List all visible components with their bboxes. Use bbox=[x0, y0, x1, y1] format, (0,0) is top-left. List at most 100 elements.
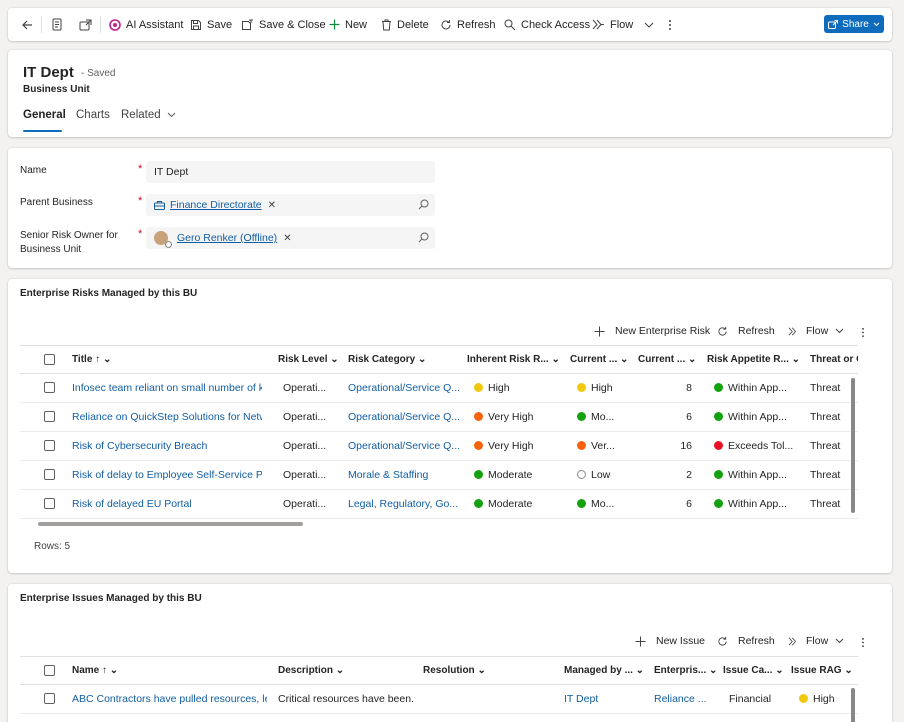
current-score-cell: 6 bbox=[686, 411, 692, 423]
risk-title-link[interactable]: Risk of delay to Employee Self-Service P… bbox=[72, 469, 262, 481]
row-checkbox[interactable] bbox=[44, 693, 55, 704]
grid-header: Name ↑ ⌄ Description ⌄ Resolution ⌄ Mana… bbox=[20, 656, 858, 685]
table-row[interactable]: Reliance on QuickStep Solutions for Netw… bbox=[20, 403, 858, 432]
check-access-button[interactable]: Check Access bbox=[504, 8, 590, 41]
search-icon[interactable] bbox=[418, 232, 429, 243]
risk-title-link[interactable]: Risk of Cybersecurity Breach bbox=[72, 440, 262, 452]
inherent-risk-cell: High bbox=[474, 382, 564, 394]
column-header-issue-category[interactable]: Issue Ca... ⌄ bbox=[723, 665, 784, 676]
new-button[interactable]: New bbox=[329, 8, 367, 41]
current-rating-cell: Mo... bbox=[577, 411, 637, 423]
risk-category-link[interactable]: Morale & Staffing bbox=[348, 469, 460, 481]
new-issue-button[interactable]: New Issue bbox=[635, 631, 705, 651]
horizontal-scrollbar[interactable] bbox=[38, 522, 303, 526]
column-header-risk-level[interactable]: Risk Level ⌄ bbox=[278, 354, 339, 365]
form-view-button[interactable] bbox=[51, 8, 63, 41]
subgrid-more-button[interactable] bbox=[861, 632, 865, 652]
select-all-checkbox[interactable] bbox=[44, 354, 55, 365]
flow-button[interactable]: Flow bbox=[592, 8, 654, 41]
delete-button[interactable]: Delete bbox=[381, 8, 429, 41]
risk-category-link[interactable]: Legal, Regulatory, Go... bbox=[348, 498, 460, 510]
table-row[interactable]: Risk of delayed EU Portal Operati... Legal… bbox=[20, 490, 858, 519]
enterprise-risk-link[interactable]: Reliance ... bbox=[654, 693, 716, 705]
column-header-description[interactable]: Description ⌄ bbox=[278, 665, 344, 676]
column-header-current-rating[interactable]: Current ... ⌄ bbox=[570, 354, 628, 365]
table-row[interactable]: ABC Contractors have pulled resources, l… bbox=[20, 685, 858, 714]
refresh-button[interactable]: Refresh bbox=[440, 8, 496, 41]
issue-category-cell: Financial bbox=[729, 693, 772, 705]
risk-category-link[interactable]: Operational/Service Q... bbox=[348, 411, 460, 423]
column-header-risk-appetite[interactable]: Risk Appetite R... ⌄ bbox=[707, 354, 800, 365]
share-button[interactable]: Share bbox=[824, 15, 884, 33]
table-row[interactable]: Risk of Cybersecurity Breach Operati... Op… bbox=[20, 432, 858, 461]
subgrid-flow-button[interactable]: Flow bbox=[788, 631, 844, 651]
column-label: Risk Level bbox=[278, 354, 328, 365]
table-row[interactable]: Risk of delay to Employee Self-Service P… bbox=[20, 461, 858, 490]
vertical-scrollbar[interactable] bbox=[851, 688, 855, 722]
open-new-window-button[interactable] bbox=[79, 8, 92, 41]
tab-related[interactable]: Related bbox=[121, 109, 176, 121]
row-checkbox[interactable] bbox=[44, 440, 55, 451]
subgrid-refresh-button[interactable]: Refresh bbox=[717, 321, 775, 341]
vertical-scrollbar[interactable] bbox=[851, 378, 855, 513]
chevron-down-icon bbox=[835, 328, 844, 334]
status-dot-icon bbox=[714, 499, 723, 508]
column-header-enterprise-risk[interactable]: Enterpris... ⌄ bbox=[654, 665, 717, 676]
managed-by-link[interactable]: IT Dept bbox=[564, 693, 644, 705]
ai-assistant-button[interactable]: AI Assistant bbox=[109, 8, 183, 41]
table-row[interactable]: Infosec team reliant on small number of … bbox=[20, 374, 858, 403]
name-field[interactable]: IT Dept bbox=[146, 161, 435, 183]
subgrid-flow-label: Flow bbox=[806, 325, 829, 337]
toolbar-divider bbox=[100, 16, 101, 33]
column-header-managed-by[interactable]: Managed by ... ⌄ bbox=[564, 665, 644, 676]
threat-cell: Threat bbox=[810, 498, 841, 510]
flow-icon bbox=[788, 327, 797, 335]
risk-appetite-cell: Within App... bbox=[714, 498, 804, 510]
risk-appetite-cell: Within App... bbox=[714, 469, 804, 481]
tab-general[interactable]: General bbox=[23, 109, 66, 121]
column-header-issue-rag[interactable]: Issue RAG ⌄ bbox=[791, 665, 853, 676]
row-checkbox[interactable] bbox=[44, 382, 55, 393]
column-label: Name bbox=[72, 665, 100, 676]
back-button[interactable] bbox=[21, 8, 33, 41]
column-header-resolution[interactable]: Resolution ⌄ bbox=[423, 665, 486, 676]
search-icon[interactable] bbox=[418, 199, 429, 210]
save-close-button[interactable]: Save & Close bbox=[241, 8, 326, 41]
column-header-inherent-risk[interactable]: Inherent Risk R... ⌄ bbox=[467, 354, 560, 365]
save-button[interactable]: Save bbox=[190, 8, 232, 41]
select-all-checkbox[interactable] bbox=[44, 665, 55, 676]
issue-name-link[interactable]: ABC Contractors have pulled resources, l… bbox=[72, 693, 267, 705]
risk-owner-lookup[interactable]: Gero Renker (Offline) ✕ bbox=[146, 227, 435, 249]
more-commands-button[interactable] bbox=[668, 8, 672, 41]
clear-icon[interactable]: ✕ bbox=[283, 233, 291, 244]
subgrid-flow-button[interactable]: Flow bbox=[788, 321, 844, 341]
parent-business-lookup[interactable]: Finance Directorate ✕ bbox=[146, 194, 435, 216]
column-header-risk-category[interactable]: Risk Category ⌄ bbox=[348, 354, 426, 365]
column-header-title[interactable]: Title ↑ ⌄ bbox=[72, 354, 111, 365]
new-enterprise-risk-button[interactable]: New Enterprise Risk bbox=[594, 321, 710, 341]
risk-category-link[interactable]: Operational/Service Q... bbox=[348, 440, 460, 452]
column-header-name[interactable]: Name ↑ ⌄ bbox=[72, 665, 118, 676]
risk-owner-link[interactable]: Gero Renker (Offline) bbox=[177, 232, 277, 244]
tab-charts[interactable]: Charts bbox=[76, 109, 110, 121]
risk-category-link[interactable]: Operational/Service Q... bbox=[348, 382, 460, 394]
column-header-current-score[interactable]: Current ... ⌄ bbox=[638, 354, 696, 365]
subgrid-more-button[interactable] bbox=[861, 322, 865, 342]
grid-header: Title ↑ ⌄ Risk Level ⌄ Risk Category ⌄ I… bbox=[20, 345, 858, 374]
risk-title-link[interactable]: Infosec team reliant on small number of … bbox=[72, 382, 262, 394]
row-checkbox[interactable] bbox=[44, 411, 55, 422]
status-dot-icon bbox=[714, 441, 723, 450]
open-window-icon bbox=[79, 19, 92, 30]
risk-level-cell: Operati... bbox=[283, 382, 327, 394]
row-checkbox[interactable] bbox=[44, 469, 55, 480]
row-checkbox[interactable] bbox=[44, 498, 55, 509]
risk-title-link[interactable]: Risk of delayed EU Portal bbox=[72, 498, 262, 510]
flow-icon bbox=[592, 19, 604, 30]
clear-icon[interactable]: ✕ bbox=[268, 200, 276, 211]
chevron-down-icon bbox=[873, 22, 880, 26]
column-header-threat[interactable]: Threat or O bbox=[810, 354, 858, 365]
current-rating-cell: Ver... bbox=[577, 440, 637, 452]
parent-business-link[interactable]: Finance Directorate bbox=[170, 199, 262, 211]
risk-title-link[interactable]: Reliance on QuickStep Solutions for Netw… bbox=[72, 411, 262, 423]
subgrid-refresh-button[interactable]: Refresh bbox=[717, 631, 775, 651]
